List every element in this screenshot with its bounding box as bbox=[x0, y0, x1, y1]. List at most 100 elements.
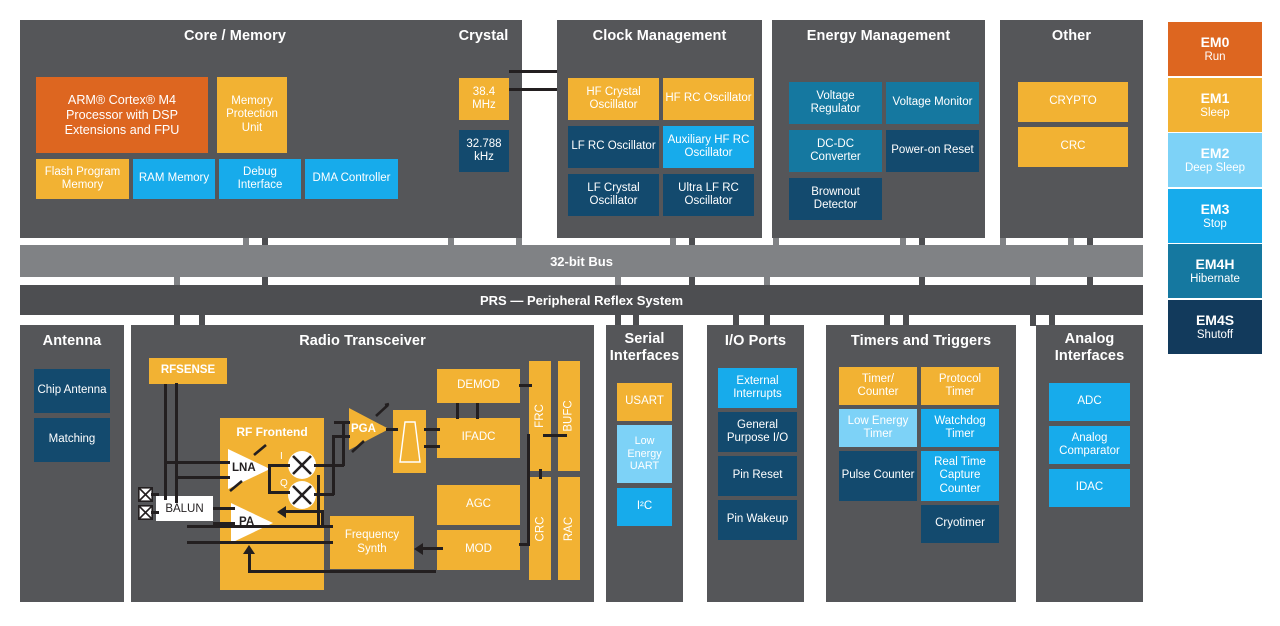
block-label-mpu: Memory Protection Unit bbox=[226, 95, 278, 134]
block-watchdog-timer[interactable]: Watchdog Timer bbox=[921, 409, 999, 447]
block-external-interrupts[interactable]: External Interrupts bbox=[718, 368, 797, 408]
block-label-dcdc: DC-DC Converter bbox=[810, 137, 861, 163]
block-label-matching: Matching bbox=[48, 433, 96, 446]
block-brownout-detector[interactable]: Brownout Detector bbox=[789, 178, 882, 220]
block-real-time-capture-counter[interactable]: Real Time Capture Counter bbox=[921, 451, 999, 501]
block-power-on-reset[interactable]: Power-on Reset bbox=[886, 130, 979, 172]
block-bufc[interactable]: BUFC bbox=[558, 361, 580, 471]
block-low-energy-uart[interactable]: Low Energy UART bbox=[617, 425, 672, 483]
block-matching[interactable]: Matching bbox=[34, 418, 110, 462]
block-protocol-timer[interactable]: Protocol Timer bbox=[921, 367, 999, 405]
energy-mode-sublabel: Stop bbox=[1203, 217, 1227, 230]
panel-clock-management: Clock Management HF Crystal Oscillator H… bbox=[557, 20, 762, 238]
block-pulse-counter[interactable]: Pulse Counter bbox=[839, 451, 917, 501]
block-crystal-32khz[interactable]: 32.788 kHz bbox=[459, 130, 509, 172]
panel-title-antenna: Antenna bbox=[42, 333, 102, 349]
block-analog-comparator[interactable]: Analog Comparator bbox=[1049, 426, 1130, 464]
wire-crystal-hfxo-bottom bbox=[509, 88, 557, 91]
wire-pa-drive-h bbox=[286, 510, 324, 513]
block-label-cortex-m4: ARM® Cortex® M4 Processor with DSP Exten… bbox=[64, 92, 180, 137]
block-general-purpose-io[interactable]: General Purpose I/O bbox=[718, 412, 797, 452]
block-label-debug: Debug Interface bbox=[237, 165, 283, 191]
wire-balun-in-bot bbox=[151, 511, 159, 514]
block-ram-memory[interactable]: RAM Memory bbox=[133, 159, 215, 199]
energy-mode-em4h[interactable]: EM4H Hibernate bbox=[1168, 244, 1262, 298]
block-mixer-q[interactable] bbox=[288, 481, 316, 509]
block-hf-rc-oscillator[interactable]: HF RC Oscillator bbox=[663, 78, 754, 120]
block-hf-crystal-oscillator[interactable]: HF Crystal Oscillator bbox=[568, 78, 659, 120]
block-pin-reset[interactable]: Pin Reset bbox=[718, 456, 797, 496]
block-label-usart: USART bbox=[625, 395, 664, 408]
block-lf-rc-oscillator[interactable]: LF RC Oscillator bbox=[568, 126, 659, 168]
block-rfsense[interactable]: RFSENSE bbox=[149, 358, 227, 384]
block-voltage-regulator[interactable]: Voltage Regulator bbox=[789, 82, 882, 124]
wire-pa-bottom bbox=[248, 570, 436, 573]
wire-filter-to-ifadc2 bbox=[424, 445, 440, 448]
block-voltage-monitor[interactable]: Voltage Monitor bbox=[886, 82, 979, 124]
block-i2c[interactable]: I²C bbox=[617, 488, 672, 526]
energy-mode-em1[interactable]: EM1 Sleep bbox=[1168, 77, 1262, 132]
block-label-crc-other: CRC bbox=[1060, 140, 1086, 153]
block-label-vreg: Voltage Regulator bbox=[810, 89, 861, 115]
block-channel-filter[interactable] bbox=[393, 410, 426, 473]
panel-title-core-memory: Core / Memory bbox=[183, 28, 287, 44]
block-cryotimer[interactable]: Cryotimer bbox=[921, 505, 999, 543]
mixer-icon bbox=[288, 481, 316, 509]
block-dma-controller[interactable]: DMA Controller bbox=[305, 159, 398, 199]
block-label-lfrco: LF RC Oscillator bbox=[571, 140, 656, 153]
block-dcdc-converter[interactable]: DC-DC Converter bbox=[789, 130, 882, 172]
energy-mode-em2[interactable]: EM2 Deep Sleep bbox=[1168, 133, 1262, 187]
block-ultra-lf-rc-oscillator[interactable]: Ultra LF RC Oscillator bbox=[663, 174, 754, 216]
wire-demod-to-frc bbox=[519, 384, 532, 387]
arrow-pa-up bbox=[243, 545, 255, 554]
wire-mixer-box bbox=[268, 464, 271, 494]
block-agc[interactable]: AGC bbox=[437, 485, 520, 525]
channel-filter-icon bbox=[399, 421, 421, 463]
block-label-i2c: I²C bbox=[636, 500, 653, 513]
block-label-demod: DEMOD bbox=[457, 379, 500, 392]
block-label-ifadc: IFADC bbox=[461, 431, 496, 444]
energy-mode-sublabel: Sleep bbox=[1200, 106, 1230, 119]
block-mixer-i[interactable] bbox=[288, 451, 316, 479]
block-label-lfxo: LF Crystal Oscillator bbox=[587, 181, 640, 207]
block-mpu[interactable]: Memory Protection Unit bbox=[217, 77, 287, 153]
block-label-rfsense: RFSENSE bbox=[160, 364, 216, 377]
block-label-lna: LNA bbox=[232, 462, 256, 474]
block-adc[interactable]: ADC bbox=[1049, 383, 1130, 421]
energy-mode-name: EM1 bbox=[1200, 89, 1230, 106]
block-label-pulse-counter: Pulse Counter bbox=[841, 469, 915, 482]
block-auxiliary-hf-rc-oscillator[interactable]: Auxiliary HF RC Oscillator bbox=[663, 126, 754, 168]
block-low-energy-timer[interactable]: Low Energy Timer bbox=[839, 409, 917, 447]
block-usart[interactable]: USART bbox=[617, 383, 672, 421]
block-frequency-synth[interactable]: Frequency Synth bbox=[330, 516, 414, 569]
block-label-chip-antenna: Chip Antenna bbox=[37, 384, 107, 397]
block-label-agc: AGC bbox=[466, 498, 491, 511]
block-rac[interactable]: RAC bbox=[558, 477, 580, 580]
energy-mode-em3[interactable]: EM3 Stop bbox=[1168, 188, 1262, 243]
energy-mode-em4s[interactable]: EM4S Shutoff bbox=[1168, 299, 1262, 354]
block-label-gpio: General Purpose I/O bbox=[726, 418, 789, 444]
block-chip-antenna[interactable]: Chip Antenna bbox=[34, 369, 110, 413]
wire-mixer-q-rise bbox=[332, 435, 335, 495]
block-debug-interface[interactable]: Debug Interface bbox=[219, 159, 301, 199]
block-crc-other[interactable]: CRC bbox=[1018, 127, 1128, 167]
block-idac[interactable]: IDAC bbox=[1049, 469, 1130, 507]
block-cortex-m4[interactable]: ARM® Cortex® M4 Processor with DSP Exten… bbox=[36, 77, 208, 153]
wire-balun-lna-feed2 bbox=[175, 476, 230, 479]
energy-mode-em0[interactable]: EM0 Run bbox=[1168, 22, 1262, 76]
block-ifadc[interactable]: IFADC bbox=[437, 418, 520, 458]
block-crystal-38mhz[interactable]: 38.4 MHz bbox=[459, 78, 509, 120]
block-mod[interactable]: MOD bbox=[437, 530, 520, 570]
block-lf-crystal-oscillator[interactable]: LF Crystal Oscillator bbox=[568, 174, 659, 216]
block-timer-counter[interactable]: Timer/ Counter bbox=[839, 367, 917, 405]
block-flash-program-memory[interactable]: Flash Program Memory bbox=[36, 159, 129, 199]
block-frc[interactable]: FRC bbox=[529, 361, 551, 471]
panel-serial-interfaces: Serial Interfaces USART Low Energy UART … bbox=[606, 325, 683, 602]
wire-ifadc-to-demod-a bbox=[456, 403, 459, 419]
energy-mode-name: EM4H bbox=[1195, 256, 1235, 272]
block-crypto[interactable]: CRYPTO bbox=[1018, 82, 1128, 122]
block-pin-wakeup[interactable]: Pin Wakeup bbox=[718, 500, 797, 540]
panel-title-serial-interfaces: Serial Interfaces bbox=[609, 331, 680, 364]
block-crc-radio[interactable]: CRC bbox=[529, 477, 551, 580]
block-demod[interactable]: DEMOD bbox=[437, 369, 520, 403]
